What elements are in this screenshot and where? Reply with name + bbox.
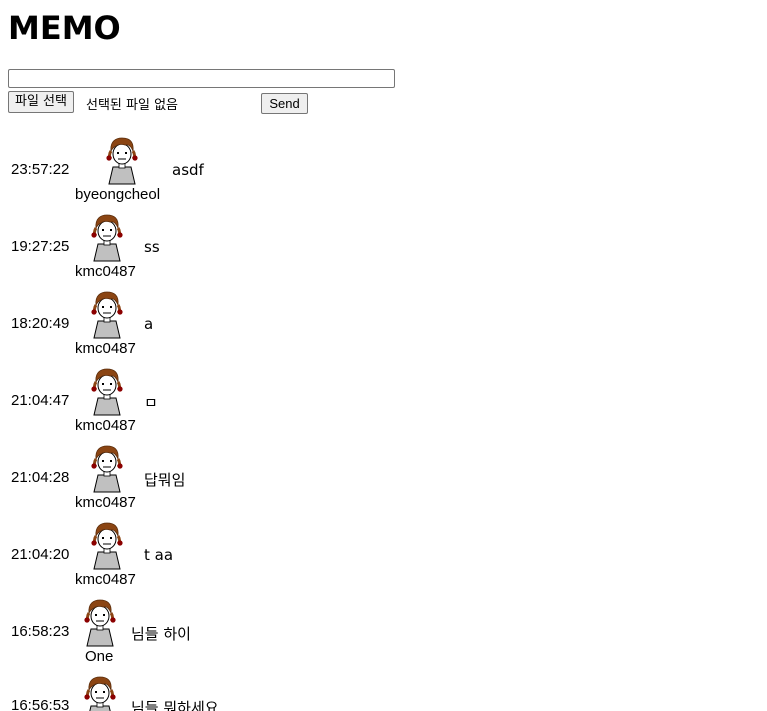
memo-time: 18:20:49 <box>11 315 70 332</box>
memo-text: 님들 뭐하세요 <box>131 699 219 711</box>
memo-text: 님들 하이 <box>131 625 191 643</box>
send-button[interactable]: Send <box>261 93 308 114</box>
user-avatar-icon <box>82 598 118 647</box>
memo-username: kmc0487 <box>75 571 136 588</box>
memo-page: MEMO 파일 선택 선택된 파일 없음 Send 23:57:22 asdf … <box>0 0 767 711</box>
memo-text: t aa <box>144 546 174 564</box>
memo-item: 19:27:25 ss kmc0487 <box>0 207 400 284</box>
memo-time: 21:04:28 <box>11 469 70 486</box>
memo-username: kmc0487 <box>75 417 136 434</box>
memo-time: 19:27:25 <box>11 238 70 255</box>
memo-time: 21:04:47 <box>11 392 70 409</box>
memo-item: 21:04:28 답뭐임 kmc0487 <box>0 438 400 515</box>
memo-username: kmc0487 <box>75 340 136 357</box>
file-status-text: 선택된 파일 없음 <box>86 98 178 113</box>
memo-text: a <box>144 315 154 333</box>
memo-item: 23:57:22 asdf byeongcheol <box>0 130 400 207</box>
memo-item: 16:58:23 님들 하이 One <box>0 592 400 669</box>
memo-username: byeongcheol <box>75 186 161 203</box>
memo-text: ㅁ <box>144 394 158 412</box>
memo-time: 16:58:23 <box>11 623 70 640</box>
memo-time: 23:57:22 <box>11 161 70 178</box>
memo-username: One <box>85 648 114 665</box>
memo-item: 16:56:53 님들 뭐하세요 <box>0 669 400 711</box>
user-avatar-icon <box>82 675 118 711</box>
memo-username: kmc0487 <box>75 494 136 511</box>
memo-text: 답뭐임 <box>144 471 186 489</box>
memo-time: 21:04:20 <box>11 546 70 563</box>
memo-time: 16:56:53 <box>11 697 70 711</box>
choose-file-button[interactable]: 파일 선택 <box>8 91 74 113</box>
memo-text-input[interactable] <box>8 69 395 88</box>
user-avatar-icon <box>89 367 125 416</box>
memo-item: 18:20:49 a kmc0487 <box>0 284 400 361</box>
user-avatar-icon <box>104 136 140 185</box>
user-avatar-icon <box>89 444 125 493</box>
memo-item: 21:04:47 ㅁ kmc0487 <box>0 361 400 438</box>
page-title: MEMO <box>8 9 121 47</box>
memo-username: kmc0487 <box>75 263 136 280</box>
user-avatar-icon <box>89 290 125 339</box>
user-avatar-icon <box>89 521 125 570</box>
memo-text: asdf <box>172 161 204 179</box>
memo-text: ss <box>144 238 160 256</box>
user-avatar-icon <box>89 213 125 262</box>
memo-item: 21:04:20 t aa kmc0487 <box>0 515 400 592</box>
